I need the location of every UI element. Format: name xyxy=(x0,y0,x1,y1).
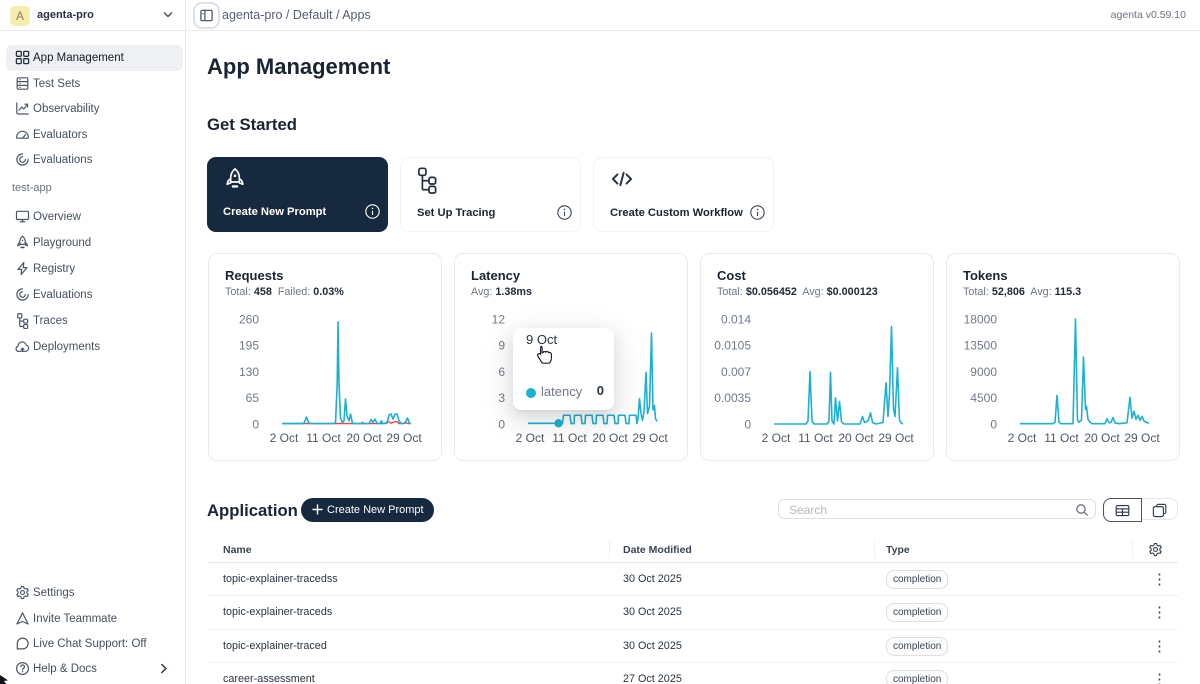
svg-text:20 Oct: 20 Oct xyxy=(838,431,874,445)
svg-text:0.0105: 0.0105 xyxy=(714,339,751,353)
svg-text:2 Oct: 2 Oct xyxy=(762,431,791,445)
svg-text:0: 0 xyxy=(744,417,751,431)
svg-text:65: 65 xyxy=(246,391,260,405)
svg-text:3: 3 xyxy=(498,391,505,405)
svg-text:0: 0 xyxy=(990,417,997,431)
svg-text:29 Oct: 29 Oct xyxy=(1124,431,1160,445)
svg-text:18000: 18000 xyxy=(964,312,998,326)
svg-text:0.0035: 0.0035 xyxy=(714,391,751,405)
svg-text:12: 12 xyxy=(492,312,506,326)
svg-text:9: 9 xyxy=(498,339,505,353)
svg-text:0.014: 0.014 xyxy=(721,312,751,326)
svg-text:0: 0 xyxy=(498,417,505,431)
svg-text:4500: 4500 xyxy=(970,391,997,405)
svg-text:11 Oct: 11 Oct xyxy=(1044,431,1079,445)
svg-text:9000: 9000 xyxy=(970,365,997,379)
svg-text:29 Oct: 29 Oct xyxy=(632,431,668,445)
svg-text:11 Oct: 11 Oct xyxy=(798,431,833,445)
svg-text:130: 130 xyxy=(239,365,259,379)
svg-text:0: 0 xyxy=(252,417,259,431)
svg-text:195: 195 xyxy=(239,339,259,353)
svg-text:6: 6 xyxy=(498,365,505,379)
svg-text:20 Oct: 20 Oct xyxy=(346,431,382,445)
svg-text:2 Oct: 2 Oct xyxy=(270,431,299,445)
svg-text:20 Oct: 20 Oct xyxy=(592,431,628,445)
svg-text:260: 260 xyxy=(239,312,259,326)
svg-text:13500: 13500 xyxy=(964,339,998,353)
svg-text:11 Oct: 11 Oct xyxy=(552,431,587,445)
svg-text:29 Oct: 29 Oct xyxy=(878,431,914,445)
svg-text:0.007: 0.007 xyxy=(721,365,751,379)
svg-text:11 Oct: 11 Oct xyxy=(306,431,341,445)
svg-text:29 Oct: 29 Oct xyxy=(386,431,422,445)
svg-text:2 Oct: 2 Oct xyxy=(1008,431,1037,445)
svg-text:2 Oct: 2 Oct xyxy=(516,431,545,445)
svg-text:20 Oct: 20 Oct xyxy=(1084,431,1120,445)
